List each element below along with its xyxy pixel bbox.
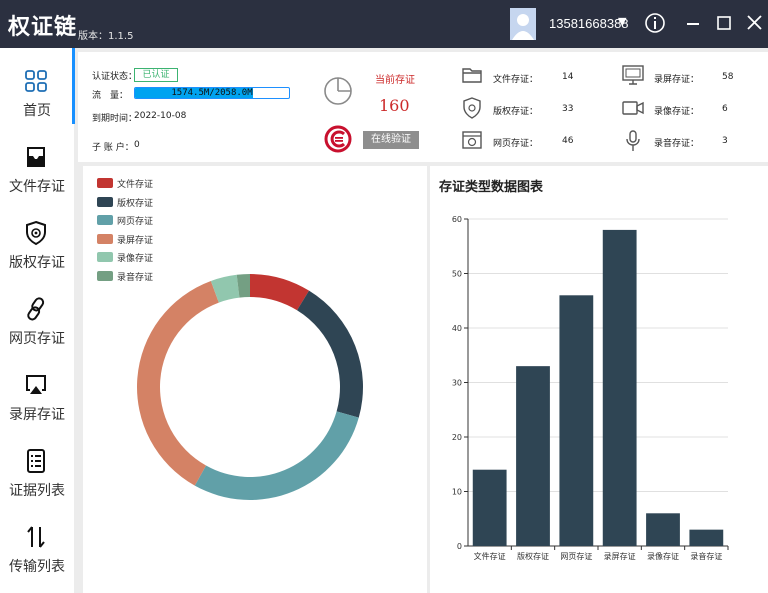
donut-slice[interactable] [297, 290, 364, 418]
version-label: 版本：1.1.5 [78, 31, 134, 42]
sidebar-item-label: 文件存证 [9, 179, 65, 195]
audio-stat-label: 录音存证： [654, 139, 700, 149]
video-stat-value: 6 [722, 104, 728, 114]
bar[interactable] [602, 229, 637, 546]
sidebar-item-label: 传输列表 [9, 559, 65, 575]
x-tick-label: 录像存证 [647, 551, 679, 561]
current-evidence-label: 当前存证 [375, 75, 415, 86]
online-verify-button[interactable]: 在线验证 [363, 131, 419, 149]
expire-label: 到期时间： [92, 114, 138, 124]
donut-slice[interactable] [250, 274, 310, 311]
sidebar-item-label: 首页 [23, 103, 51, 119]
video-stat-label: 录像存证： [654, 107, 700, 117]
x-tick-label: 文件存证 [474, 551, 506, 561]
close-icon[interactable] [744, 12, 766, 34]
screen-stat-value: 58 [722, 72, 734, 82]
auth-status-badge: 已认证 [134, 68, 178, 82]
file-stat-value: 14 [562, 72, 574, 82]
traffic-progress-bar: 1574.5M/2058.0M [134, 87, 290, 99]
y-tick-label: 50 [452, 270, 462, 279]
bar-chart-panel: 存证类型数据图表 0 10 20 30 40 50 60 文件存证 版权存证 网页存证 录屏存证 录像… [430, 166, 768, 593]
video-icon [622, 99, 644, 117]
webpage-stat-label: 网页存证： [493, 139, 539, 149]
y-tick-label: 10 [452, 488, 462, 497]
copyright-stat-value: 33 [562, 104, 574, 114]
sidebar-item-label: 证据列表 [9, 483, 65, 499]
donut-chart-panel: 文件存证 版权存证 网页存证 录屏存证 录像存证 录音存证 [83, 166, 427, 593]
bar[interactable] [646, 513, 680, 546]
current-evidence-value: 160 [379, 96, 410, 115]
avatar[interactable] [510, 8, 536, 40]
y-tick-label: 40 [452, 324, 462, 333]
expire-value: 2022-10-08 [134, 111, 187, 121]
donut-chart [137, 274, 364, 500]
donut-slice[interactable] [137, 280, 219, 486]
sidebar-item-webpage[interactable]: 网页存证 [0, 276, 74, 352]
bar[interactable] [472, 469, 507, 546]
x-tick-label: 版权存证 [517, 551, 549, 561]
info-icon[interactable] [644, 12, 666, 34]
inbox-icon [24, 144, 48, 170]
app-title: 权证链 [8, 15, 78, 40]
copyright-shield-icon [462, 97, 482, 119]
sidebar-item-transfer-list[interactable]: 传输列表 [0, 504, 74, 580]
sidebar: 首页 文件存证 版权存证 网页存证 录屏存证 证据列表 传输列表 [0, 48, 75, 593]
bar-chart: 0 10 20 30 40 50 60 文件存证 版权存证 网页存证 录屏存证 录像存证 录音存证 [452, 215, 729, 561]
minimize-icon[interactable] [683, 12, 705, 34]
account-info-panel: 认证状态： 已认证 流 量： 1574.5M/2058.0M 到期时间： 202… [78, 52, 768, 162]
traffic-progress-text: 1574.5M/2058.0M [171, 88, 253, 98]
sub-account-label: 子 账 户： [92, 143, 134, 153]
audio-stat-value: 3 [722, 136, 728, 146]
x-tick-label: 网页存证 [560, 551, 592, 561]
folder-icon [462, 65, 482, 85]
webpage-icon [462, 130, 482, 150]
file-stat-label: 文件存证： [493, 75, 539, 85]
auth-status-label: 认证状态： [92, 72, 138, 82]
y-tick-label: 30 [452, 379, 462, 388]
x-tick-label: 录屏存证 [604, 551, 636, 561]
maximize-icon[interactable] [714, 12, 736, 34]
y-tick-label: 60 [452, 215, 462, 224]
account-phone[interactable]: 13581668388 [549, 16, 629, 31]
sidebar-item-copyright[interactable]: 版权存证 [0, 200, 74, 276]
airplay-icon [24, 372, 48, 398]
list-icon [24, 448, 48, 474]
sidebar-item-label: 版权存证 [9, 255, 65, 271]
screen-stat-label: 录屏存证： [654, 75, 700, 85]
bar[interactable] [559, 295, 594, 546]
sidebar-item-label: 录屏存证 [9, 407, 65, 423]
shield-icon [24, 220, 48, 246]
sidebar-item-label: 网页存证 [9, 331, 65, 347]
pie-chart-icon [323, 76, 353, 106]
bar[interactable] [689, 529, 724, 546]
sidebar-item-file[interactable]: 文件存证 [0, 124, 74, 200]
copyright-stat-label: 版权存证： [493, 107, 539, 117]
sidebar-item-evidence-list[interactable]: 证据列表 [0, 428, 74, 504]
bar[interactable] [516, 366, 550, 546]
chevron-down-icon[interactable]: ▼ [618, 15, 626, 28]
sidebar-item-home[interactable]: 首页 [0, 48, 75, 124]
monitor-icon [622, 65, 644, 85]
y-tick-label: 0 [457, 542, 462, 551]
sub-account-value: 0 [134, 140, 140, 150]
grid-icon [24, 68, 48, 94]
webpage-stat-value: 46 [562, 136, 574, 146]
traffic-label: 流 量： [92, 91, 129, 101]
microphone-icon [625, 130, 641, 152]
link-icon [24, 296, 48, 322]
y-tick-label: 20 [452, 433, 462, 442]
transfer-icon [24, 524, 48, 550]
x-tick-label: 录音存证 [690, 551, 722, 561]
sidebar-item-screen-record[interactable]: 录屏存证 [0, 352, 74, 428]
title-bar: 权证链 版本：1.1.5 13581668388 ▼ [0, 0, 768, 48]
donut-slice[interactable] [194, 411, 359, 500]
cert-logo-icon [324, 125, 352, 153]
